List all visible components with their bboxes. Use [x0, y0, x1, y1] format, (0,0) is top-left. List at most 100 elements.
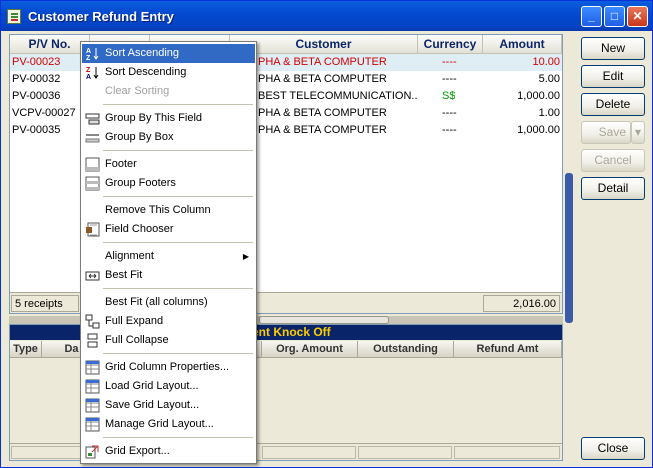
menu-separator — [103, 104, 253, 105]
ko-footer-cell — [262, 446, 356, 459]
menu-group-by-field[interactable]: Group By This Field — [82, 109, 255, 128]
delete-button[interactable]: Delete — [581, 93, 645, 116]
svg-text:A: A — [86, 48, 91, 55]
menu-label: Full Collapse — [105, 334, 169, 346]
sort-descending-icon: ZA — [86, 67, 99, 80]
menu-clear-sorting[interactable]: Clear Sorting — [82, 82, 255, 101]
close-button[interactable]: Close — [581, 437, 645, 460]
customer: BEST TELECOMMUNICATION... — [258, 90, 418, 102]
currency: ---- — [442, 124, 457, 136]
group-footers-icon — [85, 176, 100, 191]
menu-field-chooser[interactable]: Field Chooser — [82, 220, 255, 239]
submenu-arrow-icon: ▶ — [242, 252, 249, 261]
pv-no: PV-00032 — [12, 73, 61, 85]
manage-layout-icon — [85, 417, 100, 432]
menu-label: Load Grid Layout... — [105, 380, 199, 392]
menu-label: Group By This Field — [105, 112, 203, 124]
maximize-button[interactable]: □ — [604, 6, 625, 27]
menu-remove-column[interactable]: Remove This Column — [82, 201, 255, 220]
ko-footer-cell — [454, 446, 560, 459]
full-collapse-icon — [87, 333, 98, 348]
amount: 1,000.00 — [517, 90, 560, 102]
menu-separator — [103, 353, 253, 354]
menu-sort-ascending[interactable]: AZ Sort Ascending — [82, 44, 255, 63]
menu-sort-descending[interactable]: ZA Sort Descending — [82, 63, 255, 82]
ko-col-outstanding[interactable]: Outstanding — [358, 341, 454, 358]
edit-button[interactable]: Edit — [581, 65, 645, 88]
currency: S$ — [442, 90, 456, 102]
pv-no: PV-00036 — [12, 90, 61, 102]
currency: ---- — [442, 56, 457, 68]
customer: PHA & BETA COMPUTER — [258, 73, 387, 85]
grid-properties-icon — [85, 360, 100, 375]
app-icon — [7, 9, 21, 24]
currency: ---- — [442, 73, 457, 85]
ko-footer-cell — [11, 446, 81, 459]
ko-footer-cell — [358, 446, 452, 459]
group-by-box-icon — [85, 134, 100, 143]
close-window-button[interactable]: ✕ — [627, 6, 648, 27]
detail-button[interactable]: Detail — [581, 177, 645, 200]
menu-separator — [103, 196, 253, 197]
menu-label: Footer — [105, 158, 137, 170]
save-dropdown-button[interactable]: ▾ — [631, 121, 645, 144]
customer: PHA & BETA COMPUTER — [258, 124, 387, 136]
menu-load-grid-layout[interactable]: Load Grid Layout... — [82, 377, 255, 396]
menu-save-grid-layout[interactable]: Save Grid Layout... — [82, 396, 255, 415]
ko-col-type[interactable]: Type — [10, 341, 42, 358]
menu-best-fit-all[interactable]: Best Fit (all columns) — [82, 293, 255, 312]
ko-col-refund-amt[interactable]: Refund Amt — [454, 341, 562, 358]
amount: 1.00 — [538, 107, 560, 119]
menu-label: Remove This Column — [105, 204, 211, 216]
menu-grid-column-properties[interactable]: Grid Column Properties... — [82, 358, 255, 377]
menu-grid-export[interactable]: Grid Export... — [82, 442, 255, 461]
column-context-menu[interactable]: AZ Sort Ascending ZA Sort Descending Cle… — [80, 41, 257, 464]
save-layout-icon — [85, 398, 100, 413]
save-button[interactable]: Save — [581, 121, 631, 144]
menu-best-fit[interactable]: Best Fit — [82, 266, 255, 285]
menu-alignment[interactable]: Alignment ▶ — [82, 247, 255, 266]
pv-no: VCPV-00027 — [12, 107, 76, 119]
window-title: Customer Refund Entry — [28, 9, 174, 24]
col-header-amount[interactable]: Amount — [483, 35, 562, 54]
splitter-handle[interactable] — [259, 316, 389, 324]
side-panel-toggle[interactable] — [565, 173, 573, 323]
menu-label: Manage Grid Layout... — [105, 418, 214, 430]
grid-export-icon — [85, 445, 99, 459]
customer: PHA & BETA COMPUTER — [258, 56, 387, 68]
col-header-customer[interactable]: Customer — [230, 35, 418, 54]
ko-col-org-amount[interactable]: Org. Amount — [262, 341, 358, 358]
menu-full-collapse[interactable]: Full Collapse — [82, 331, 255, 350]
menu-group-footers[interactable]: Group Footers — [82, 174, 255, 193]
sort-ascending-icon: AZ — [86, 48, 99, 61]
receipt-count: 5 receipts — [11, 295, 79, 312]
cancel-button[interactable]: Cancel — [581, 149, 645, 172]
new-button[interactable]: New — [581, 37, 645, 60]
pv-no: PV-00023 — [12, 56, 61, 68]
menu-label: Alignment — [105, 250, 154, 262]
best-fit-icon — [85, 271, 100, 281]
menu-manage-grid-layout[interactable]: Manage Grid Layout... — [82, 415, 255, 434]
amount: 10.00 — [532, 56, 560, 68]
menu-separator — [103, 150, 253, 151]
minimize-button[interactable]: _ — [581, 6, 602, 27]
currency: ---- — [442, 107, 457, 119]
col-header-currency[interactable]: Currency — [418, 35, 483, 54]
svg-text:Z: Z — [86, 67, 91, 74]
menu-footer[interactable]: Footer — [82, 155, 255, 174]
menu-label: Clear Sorting — [105, 85, 170, 97]
menu-label: Best Fit (all columns) — [105, 296, 208, 308]
menu-label: Field Chooser — [105, 223, 174, 235]
pv-no: PV-00035 — [12, 124, 61, 136]
field-chooser-icon — [86, 222, 100, 237]
menu-full-expand[interactable]: Full Expand — [82, 312, 255, 331]
menu-separator — [103, 288, 253, 289]
svg-text:Z: Z — [86, 55, 91, 61]
menu-group-by-box[interactable]: Group By Box — [82, 128, 255, 147]
amount: 1,000.00 — [517, 124, 560, 136]
title-bar[interactable]: Customer Refund Entry _ □ ✕ — [1, 1, 652, 31]
menu-label: Full Expand — [105, 315, 164, 327]
footer-icon — [85, 157, 100, 172]
load-layout-icon — [85, 379, 100, 394]
col-header-pv-no[interactable]: P/V No. — [10, 35, 90, 54]
